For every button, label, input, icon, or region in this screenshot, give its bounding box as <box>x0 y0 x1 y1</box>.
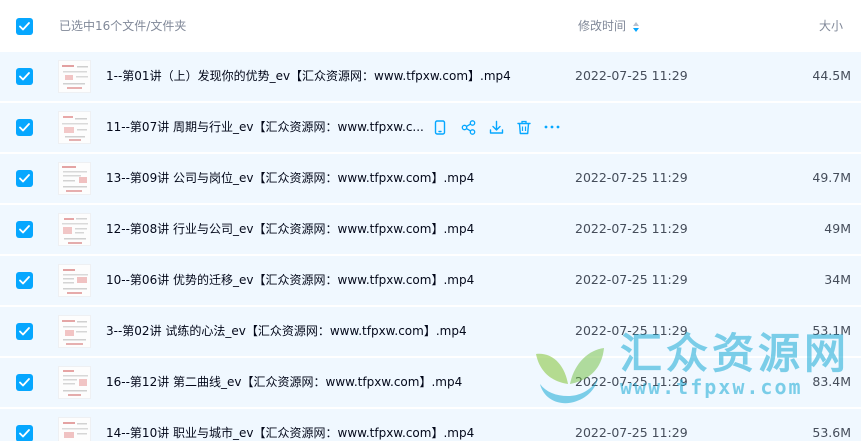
file-name[interactable]: 14--第10讲 职业与城市_ev【汇众资源网：www.tfpxw.com】.m… <box>106 424 474 441</box>
file-size: 34M <box>824 272 851 287</box>
table-row[interactable]: 12--第08讲 行业与公司_ev【汇众资源网：www.tfpxw.com】.m… <box>0 205 861 254</box>
table-row[interactable]: 10--第06讲 优势的迁移_ev【汇众资源网：www.tfpxw.com】.m… <box>0 256 861 305</box>
table-row[interactable]: 13--第09讲 公司与岗位_ev【汇众资源网：www.tfpxw.com】.m… <box>0 154 861 203</box>
table-row[interactable]: 1--第01讲（上）发现你的优势_ev【汇众资源网：www.tfpxw.com】… <box>0 52 861 101</box>
file-name[interactable]: 16--第12讲 第二曲线_ev【汇众资源网：www.tfpxw.com】.mp… <box>106 373 462 391</box>
file-list-page: 已选中16个文件/文件夹 修改时间 大小 1--第01讲（上）发现你的优势_ev… <box>0 0 861 441</box>
phone-icon[interactable] <box>432 119 448 135</box>
row-checkbox[interactable] <box>16 425 33 441</box>
file-modified: 2022-07-25 11:29 <box>575 425 688 440</box>
row-actions <box>432 118 572 136</box>
check-icon <box>19 276 30 285</box>
check-icon <box>19 429 30 438</box>
file-size: 83.4M <box>812 374 851 389</box>
file-size: 53.1M <box>812 323 851 338</box>
check-icon <box>19 378 30 387</box>
file-name[interactable]: 12--第08讲 行业与公司_ev【汇众资源网：www.tfpxw.com】.m… <box>106 220 474 238</box>
check-icon <box>19 123 30 132</box>
file-size: 53.6M <box>812 425 851 440</box>
check-icon <box>19 225 30 234</box>
video-thumbnail <box>58 162 91 195</box>
video-thumbnail <box>58 111 91 144</box>
download-icon[interactable] <box>488 119 504 135</box>
file-modified: 2022-07-25 11:29 <box>575 374 688 389</box>
check-icon <box>19 174 30 183</box>
selection-count-label: 已选中16个文件/文件夹 <box>59 19 187 33</box>
file-name[interactable]: 13--第09讲 公司与岗位_ev【汇众资源网：www.tfpxw.com】.m… <box>106 169 474 187</box>
more-icon[interactable] <box>544 119 560 135</box>
check-icon <box>19 22 30 31</box>
row-checkbox[interactable] <box>16 68 33 85</box>
file-modified: 2022-07-25 11:29 <box>575 68 688 83</box>
trash-icon[interactable] <box>516 119 532 135</box>
file-name[interactable]: 3--第02讲 试练的心法_ev【汇众资源网：www.tfpxw.com】.mp… <box>106 322 467 340</box>
file-size: 44.5M <box>812 68 851 83</box>
table-row[interactable]: 3--第02讲 试练的心法_ev【汇众资源网：www.tfpxw.com】.mp… <box>0 307 861 356</box>
file-rows: 1--第01讲（上）发现你的优势_ev【汇众资源网：www.tfpxw.com】… <box>0 52 861 441</box>
video-thumbnail <box>58 213 91 246</box>
file-modified: 2022-07-25 11:29 <box>575 221 688 236</box>
sort-icon[interactable] <box>632 21 640 33</box>
table-row[interactable]: 11--第07讲 周期与行业_ev【汇众资源网：www.tfpxw.c... <box>0 103 861 152</box>
video-thumbnail <box>58 417 91 441</box>
file-modified: 2022-07-25 11:29 <box>575 170 688 185</box>
modified-column-label: 修改时间 <box>578 19 627 33</box>
file-modified: 2022-07-25 11:29 <box>575 272 688 287</box>
video-thumbnail <box>58 315 91 348</box>
row-checkbox[interactable] <box>16 170 33 187</box>
check-icon <box>19 72 30 81</box>
size-column-header[interactable]: 大小 <box>819 18 843 35</box>
file-name[interactable]: 10--第06讲 优势的迁移_ev【汇众资源网：www.tfpxw.com】.m… <box>106 271 474 289</box>
row-checkbox[interactable] <box>16 323 33 340</box>
row-checkbox[interactable] <box>16 374 33 391</box>
list-header: 已选中16个文件/文件夹 修改时间 大小 <box>0 0 861 52</box>
video-thumbnail <box>58 264 91 297</box>
row-checkbox[interactable] <box>16 119 33 136</box>
video-thumbnail <box>58 60 91 93</box>
table-row[interactable]: 14--第10讲 职业与城市_ev【汇众资源网：www.tfpxw.com】.m… <box>0 409 861 441</box>
share-icon[interactable] <box>460 119 476 135</box>
check-icon <box>19 327 30 336</box>
modified-column-header[interactable]: 修改时间 <box>578 18 640 35</box>
select-all-checkbox[interactable] <box>16 18 33 35</box>
file-size: 49M <box>824 221 851 236</box>
table-row[interactable]: 16--第12讲 第二曲线_ev【汇众资源网：www.tfpxw.com】.mp… <box>0 358 861 407</box>
file-size: 49.7M <box>812 170 851 185</box>
file-name[interactable]: 11--第07讲 周期与行业_ev【汇众资源网：www.tfpxw.c... <box>106 118 424 136</box>
video-thumbnail <box>58 366 91 399</box>
file-name[interactable]: 1--第01讲（上）发现你的优势_ev【汇众资源网：www.tfpxw.com】… <box>106 67 511 85</box>
file-modified: 2022-07-25 11:29 <box>575 323 688 338</box>
row-checkbox[interactable] <box>16 221 33 238</box>
row-checkbox[interactable] <box>16 272 33 289</box>
